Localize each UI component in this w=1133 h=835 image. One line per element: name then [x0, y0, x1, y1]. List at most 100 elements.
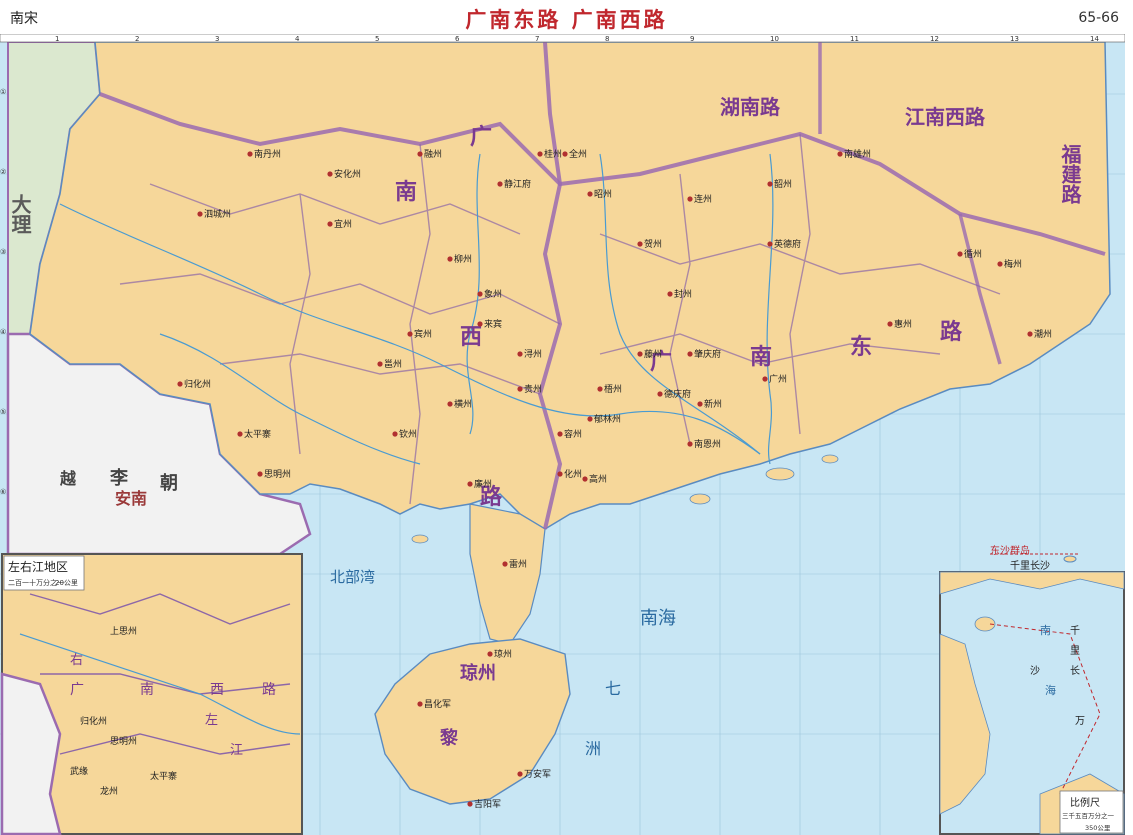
city-marker — [487, 651, 493, 657]
city-label: 太平寨 — [244, 428, 271, 440]
city-label: 昌化军 — [424, 698, 451, 710]
top-tick-14: 14 — [1090, 35, 1099, 43]
region-jx: 江南西路 — [905, 105, 986, 129]
city-label: 高州 — [589, 473, 607, 485]
city-marker — [237, 431, 243, 437]
city-label: 惠州 — [894, 318, 912, 330]
city-label: 归化州 — [184, 378, 211, 390]
city-marker — [1027, 331, 1033, 337]
city-label: 融州 — [424, 149, 442, 160]
island-qianli: 千里长沙 — [1010, 560, 1050, 572]
top-tick-7: 7 — [535, 35, 539, 43]
city-label: 新州 — [704, 398, 722, 410]
city-label: 昭州 — [594, 189, 612, 200]
city-marker — [477, 321, 483, 327]
inset-left-label-jiang: 江 — [230, 743, 243, 758]
inset-right-label-hai: 海 — [1045, 683, 1056, 697]
top-tick-10: 10 — [770, 35, 779, 43]
city-label: 梧州 — [604, 383, 622, 395]
top-tick-12: 12 — [930, 35, 939, 43]
inset-right-label-li: 里 — [1070, 645, 1080, 657]
top-tick-3: 3 — [215, 35, 219, 43]
city-marker — [767, 181, 773, 187]
city-marker — [587, 191, 593, 197]
sea-beibu: 北部湾 — [330, 568, 375, 586]
inset-right-label-wan: 万 — [1075, 716, 1085, 727]
city-marker — [417, 151, 423, 157]
city-label: 静江府 — [504, 178, 531, 190]
region-li: 李 — [109, 468, 129, 489]
city-marker — [697, 401, 703, 407]
city-label: 化州 — [564, 468, 582, 480]
city-marker — [177, 381, 183, 387]
city-marker — [407, 331, 413, 337]
city-label: 宾州 — [414, 328, 432, 340]
top-tick-8: 8 — [605, 35, 609, 43]
city-label: 钦州 — [399, 428, 417, 440]
city-label: 泗城州 — [204, 209, 231, 220]
inset-left-city-wuyuan: 武缘 — [70, 765, 88, 777]
inset-right-scale-km: 350公里 — [1085, 824, 1111, 832]
inset-right-label-chang: 长 — [1070, 665, 1080, 677]
region-gd-lu: 路 — [940, 319, 963, 345]
top-tick-13: 13 — [1010, 35, 1019, 43]
city-label: 全州 — [569, 148, 587, 160]
city-marker — [257, 471, 263, 477]
region-hn: 湖南路 — [720, 95, 781, 119]
top-tick-6: 6 — [455, 35, 460, 43]
region-gx-guang: 广 — [470, 124, 492, 150]
page-title: 广南东路 广南西路 — [465, 7, 668, 32]
city-marker — [502, 561, 508, 567]
city-marker — [467, 801, 473, 807]
top-tick-9: 9 — [690, 35, 694, 43]
city-marker — [497, 181, 503, 187]
inset-left-title: 左右江地区 — [8, 559, 68, 574]
city-label: 潮州 — [1034, 328, 1052, 340]
city-marker — [597, 386, 603, 392]
city-label: 万安军 — [524, 768, 551, 780]
city-marker — [537, 151, 543, 157]
inset-right-scale-title: 比例尺 — [1070, 796, 1100, 809]
city-marker — [887, 321, 893, 327]
city-label: 连州 — [694, 193, 712, 205]
city-label: 象州 — [484, 288, 502, 300]
city-label: 安化州 — [334, 168, 361, 180]
city-label: 梅州 — [1004, 258, 1022, 270]
city-marker — [557, 471, 563, 477]
city-marker — [687, 351, 693, 357]
city-label: 广州 — [769, 373, 787, 385]
inset-left-city-siming: 思明州 — [110, 736, 137, 747]
city-marker — [582, 476, 588, 482]
city-marker — [687, 441, 693, 447]
city-label: 廉州 — [474, 478, 492, 490]
city-marker — [447, 401, 453, 407]
inset-left-label-lu: 路 — [262, 682, 276, 698]
city-label: 浔州 — [524, 349, 542, 360]
top-tick-5: 5 — [375, 35, 379, 43]
city-label: 肇庆府 — [694, 348, 721, 360]
inset-left-city-shangsi: 上思州 — [110, 626, 137, 637]
city-label: 藤州 — [644, 348, 662, 360]
top-tick-11: 11 — [850, 35, 859, 43]
inset-right-label-qian: 千 — [1070, 625, 1080, 637]
side-tick-2: ② — [0, 168, 6, 176]
city-label: 南雄州 — [844, 148, 871, 160]
top-tick-2: 2 — [135, 35, 139, 43]
region-gx-xi: 西 — [460, 325, 482, 350]
top-tick-1: 1 — [55, 35, 59, 43]
city-marker — [557, 431, 563, 437]
top-tick-row: 1 2 3 4 5 6 7 8 9 10 11 12 13 14 — [0, 34, 1125, 43]
city-label: 来宾 — [484, 318, 502, 330]
city-label: 南恩州 — [694, 438, 721, 450]
inset-left-city-longzhou: 龙州 — [100, 785, 118, 797]
region-dali: 大理 — [8, 194, 32, 234]
city-marker — [517, 771, 523, 777]
city-marker — [837, 151, 843, 157]
city-label: 贵州 — [524, 383, 542, 395]
city-label: 宜州 — [334, 218, 352, 230]
inset-left-city-guihua: 归化州 — [80, 715, 107, 727]
page-number: 65-66 — [1078, 10, 1119, 26]
side-tick-6: ⑥ — [0, 488, 6, 496]
region-yue: 越 — [59, 469, 77, 488]
city-label: 德庆府 — [664, 388, 691, 400]
